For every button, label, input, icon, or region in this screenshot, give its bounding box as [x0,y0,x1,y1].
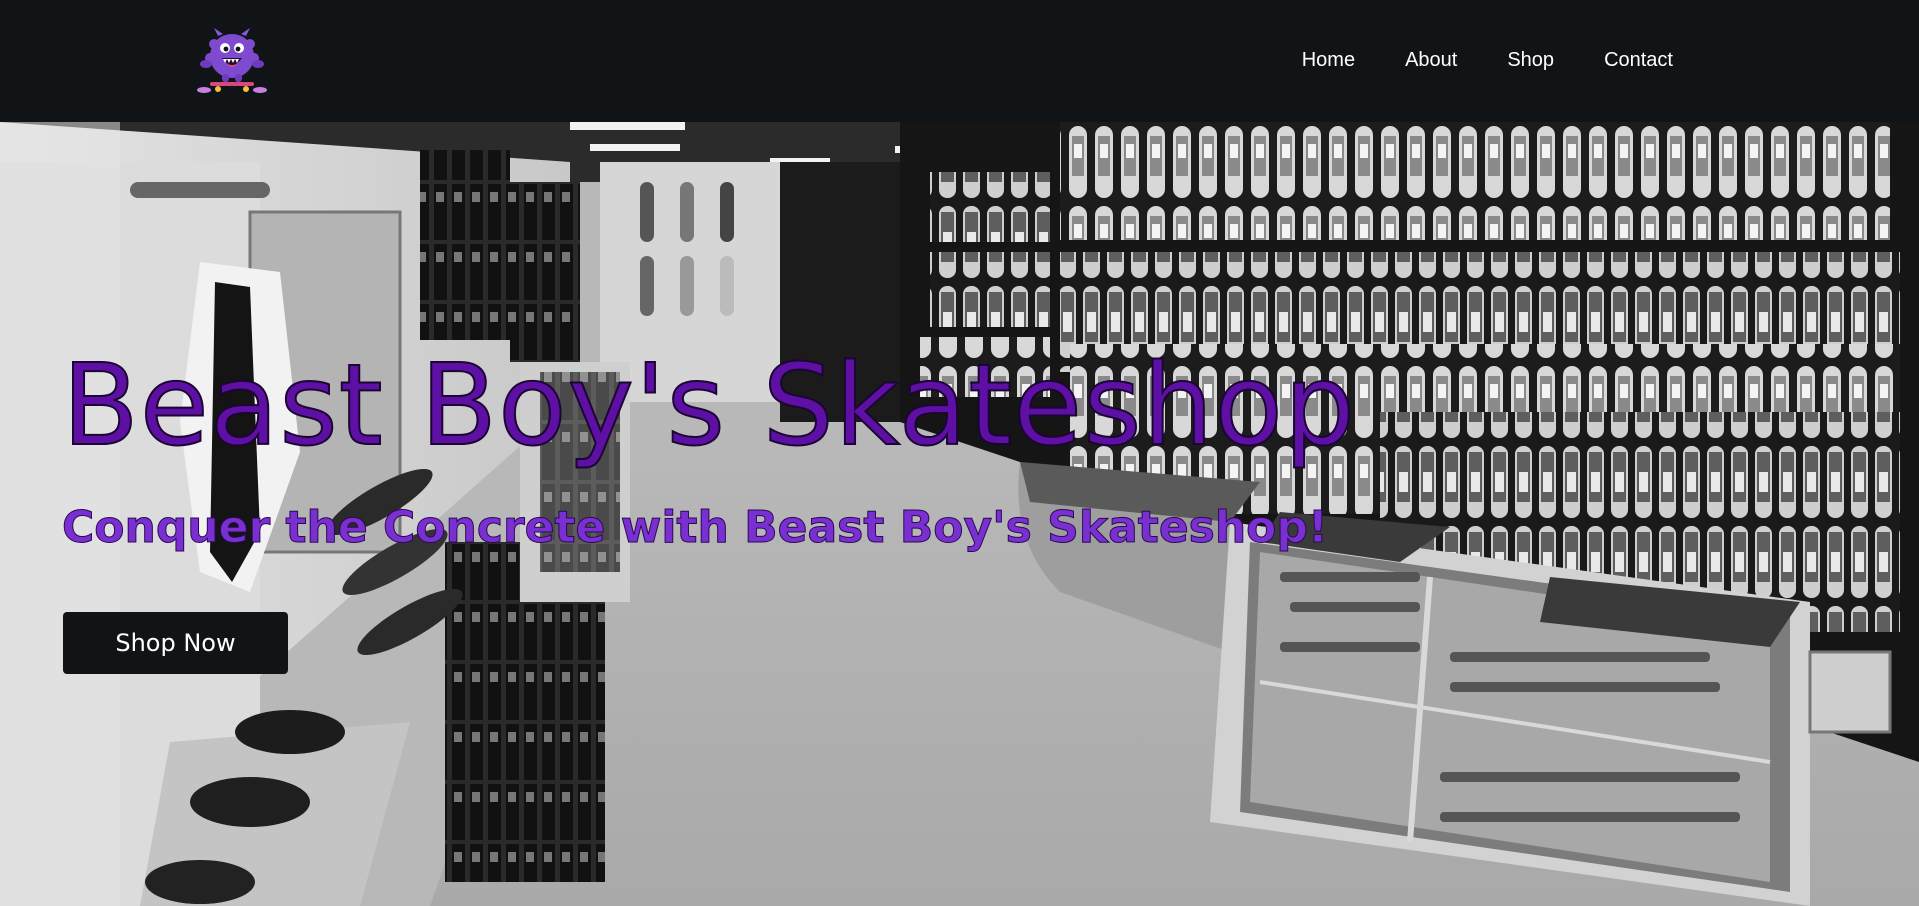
navbar: Home About Shop Contact [0,0,1919,122]
hero-title: Beast Boy's Skateshop [61,341,1357,471]
purple-monster-skateboard-icon [197,28,267,93]
nav-shop[interactable]: Shop [1507,49,1554,72]
nav-contact[interactable]: Contact [1604,49,1673,72]
hero-section: Beast Boy's Skateshop Conquer the Concre… [0,122,1919,906]
nav-home[interactable]: Home [1302,49,1355,72]
logo[interactable] [196,26,268,94]
hero-subtitle: Conquer the Concrete with Beast Boy's Sk… [62,502,1329,553]
shop-now-button[interactable]: Shop Now [63,612,288,674]
main-nav: Home About Shop Contact [1302,0,1673,120]
nav-about[interactable]: About [1405,49,1457,72]
